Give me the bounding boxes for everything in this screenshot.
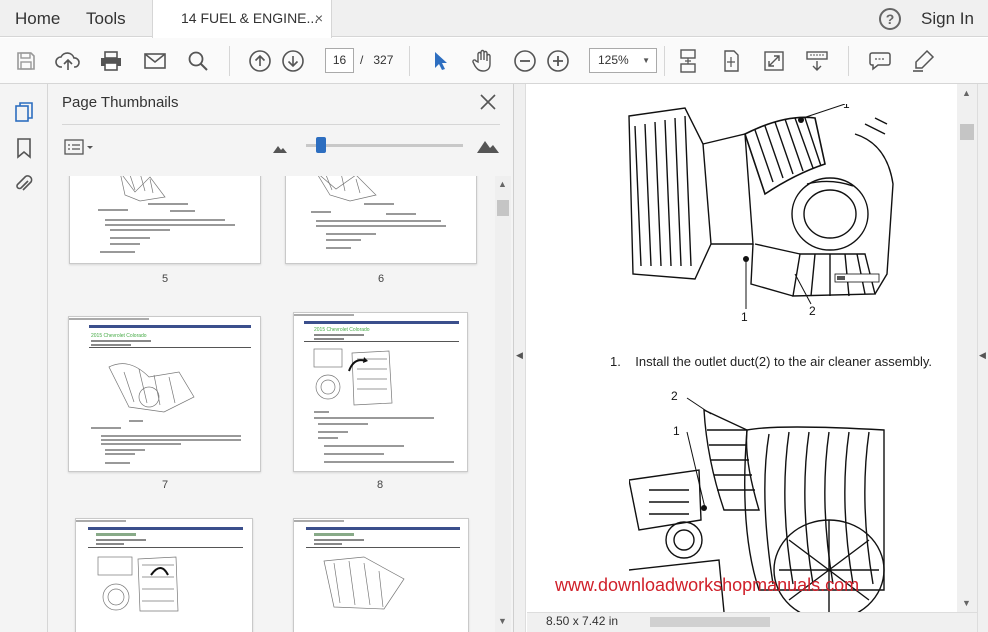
thumbnails-list: 5 6 2015 Chevrolet Colorado 7 2015 Chevr… — [48, 176, 494, 632]
previous-page-icon[interactable] — [247, 48, 273, 74]
scrolling-mode-icon[interactable] — [675, 48, 701, 74]
thumbnail-page-10[interactable] — [293, 518, 469, 632]
toolbar-divider — [848, 46, 849, 76]
thumbnail-label: 7 — [161, 479, 169, 491]
zoom-value: 125% — [598, 53, 629, 67]
thumbnail-label: 6 — [377, 273, 385, 285]
small-mountain-icon — [272, 141, 288, 159]
print-icon[interactable] — [98, 48, 124, 74]
callout-1-bottom: 1 — [741, 310, 748, 324]
callout-1-top: 1 — [843, 104, 850, 111]
document-tab[interactable]: 14 FUEL & ENGINE... × — [152, 0, 332, 38]
watermark-text: www.downloadworkshopmanuals.com — [555, 575, 860, 595]
collapse-panel-icon[interactable]: ◀ — [516, 350, 523, 361]
panel-title: Page Thumbnails — [62, 94, 179, 111]
scroll-down-icon[interactable]: ▼ — [498, 616, 507, 626]
thumbnail-page-5[interactable] — [69, 176, 261, 264]
thumbnails-scrollbar[interactable]: ▲ ▼ — [495, 176, 511, 632]
thumbnail-page-7[interactable]: 2015 Chevrolet Colorado — [68, 316, 261, 472]
document-scrollbar[interactable]: ▲ ▼ — [957, 84, 977, 612]
page-thumbnails-icon[interactable] — [12, 100, 36, 124]
large-mountain-icon — [476, 136, 500, 159]
help-icon[interactable]: ? — [879, 8, 901, 30]
chevron-down-icon: ▼ — [642, 56, 650, 65]
upload-cloud-icon[interactable] — [55, 48, 81, 74]
instruction-step: 1. Install the outlet duct(2) to the air… — [610, 354, 932, 369]
highlight-pen-icon[interactable] — [910, 48, 936, 74]
zoom-out-icon[interactable] — [512, 48, 538, 74]
rotate-page-icon[interactable] — [718, 48, 744, 74]
document-tab-title: 14 FUEL & ENGINE... — [181, 10, 319, 26]
panel-splitter[interactable]: ◀ — [514, 84, 526, 632]
slider-handle[interactable] — [316, 137, 326, 153]
scrollbar-thumb[interactable] — [497, 200, 509, 216]
page-size: 8.50 x 7.42 in — [546, 614, 619, 628]
thumbnail-label: 8 — [376, 479, 384, 491]
callout-2: 2 — [671, 390, 678, 403]
comment-icon[interactable] — [867, 48, 893, 74]
thumbnail-size-slider[interactable] — [306, 144, 463, 147]
toolbar-divider — [664, 46, 665, 76]
navigation-rail — [0, 84, 48, 632]
sign-in-link[interactable]: Sign In — [921, 0, 974, 37]
thumbnail-page-6[interactable] — [285, 176, 477, 264]
email-icon[interactable] — [142, 48, 168, 74]
select-cursor-icon[interactable] — [427, 48, 453, 74]
page-separator: / — [360, 53, 364, 67]
toolbar-divider — [409, 46, 410, 76]
toolbar-divider — [229, 46, 230, 76]
callout-1: 1 — [673, 424, 680, 438]
hand-tool-icon[interactable] — [470, 48, 496, 74]
thumbnail-page-9[interactable] — [75, 518, 253, 632]
expand-right-pane-icon[interactable]: ◀ — [979, 350, 986, 361]
tab-bar: Home Tools 14 FUEL & ENGINE... × ? Sign … — [0, 0, 988, 38]
callout-2: 2 — [809, 304, 816, 318]
page-count: / 327 — [360, 48, 393, 73]
scrollbar-thumb[interactable] — [960, 124, 974, 140]
thumbnail-options-button[interactable] — [64, 138, 96, 156]
next-page-icon[interactable] — [280, 48, 306, 74]
toolbar: 16 / 327 125% ▼ — [0, 38, 988, 84]
instruction-text: Install the outlet duct(2) to the air cl… — [635, 354, 933, 369]
close-panel-icon[interactable] — [479, 93, 497, 111]
instruction-number: 1. — [610, 354, 621, 369]
save-icon[interactable] — [13, 48, 39, 74]
search-icon[interactable] — [185, 48, 211, 74]
scroll-up-icon[interactable]: ▲ — [962, 88, 971, 98]
tools-tab[interactable]: Tools — [86, 0, 126, 37]
page-number-input[interactable]: 16 — [325, 48, 354, 73]
bookmark-icon[interactable] — [12, 136, 36, 160]
zoom-in-icon[interactable] — [545, 48, 571, 74]
thumbnail-heading: 2015 Chevrolet Colorado — [91, 333, 147, 339]
document-view: 1 1 2 2 1 — [527, 84, 957, 612]
panel-divider — [62, 124, 500, 125]
thumbnail-heading: 2015 Chevrolet Colorado — [314, 327, 370, 333]
read-mode-icon[interactable] — [804, 48, 830, 74]
scroll-down-icon[interactable]: ▼ — [962, 598, 971, 608]
full-screen-icon[interactable] — [761, 48, 787, 74]
zoom-select[interactable]: 125% ▼ — [589, 48, 657, 73]
thumbnail-label: 5 — [161, 273, 169, 285]
close-tab-icon[interactable]: × — [315, 0, 323, 37]
thumbnail-page-8[interactable]: 2015 Chevrolet Colorado — [293, 312, 468, 472]
home-tab[interactable]: Home — [15, 0, 60, 37]
horizontal-scrollbar-thumb[interactable] — [650, 617, 770, 627]
air-duct-figure-1: 1 1 2 — [625, 104, 897, 324]
scroll-up-icon[interactable]: ▲ — [498, 179, 507, 189]
total-pages: 327 — [373, 53, 394, 67]
right-pane-toggle[interactable]: ◀ — [977, 84, 988, 632]
attachment-icon[interactable] — [12, 172, 36, 196]
